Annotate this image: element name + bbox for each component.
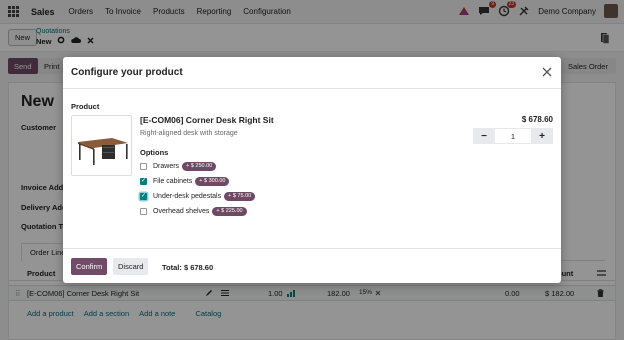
decrease-quantity-button[interactable]: −: [473, 128, 495, 144]
quantity-stepper: − 1 +: [473, 128, 553, 144]
option-under-desk-pedestals[interactable]: Under-desk pedestals + $ 75.00: [140, 191, 256, 201]
dialog-header: Configure your product: [63, 57, 561, 89]
option-drawers[interactable]: Drawers + $ 250.00: [140, 161, 217, 171]
configure-product-dialog: Configure your product Product [E-COM06]…: [63, 57, 561, 283]
option-checkbox[interactable]: [140, 177, 147, 185]
option-price-badge: + $ 300.00: [195, 176, 230, 186]
confirm-button[interactable]: Confirm: [71, 258, 108, 275]
option-price-badge: + $ 75.00: [224, 191, 256, 201]
option-label: Overhead shelves: [153, 207, 210, 215]
option-label: Drawers: [153, 162, 180, 170]
dialog-title: Configure your product: [71, 67, 183, 78]
product-section-label: Product: [71, 102, 100, 111]
option-label: Under-desk pedestals: [153, 192, 222, 200]
option-file-cabinets[interactable]: File cabinets + $ 300.00: [140, 176, 230, 186]
option-checkbox[interactable]: [140, 207, 147, 215]
option-price-badge: + $ 225.00: [212, 206, 247, 216]
options-label: Options: [140, 148, 169, 157]
product-image: [71, 115, 132, 176]
option-checkbox[interactable]: [140, 192, 147, 200]
discard-button[interactable]: Discard: [113, 258, 149, 275]
product-description: Right-aligned desk with storage: [140, 130, 238, 137]
product-price: $ 678.60: [521, 115, 553, 124]
close-icon[interactable]: [541, 66, 553, 78]
option-overhead-shelves[interactable]: Overhead shelves + $ 225.00: [140, 206, 247, 216]
total-amount: Total: $ 678.60: [162, 263, 214, 272]
quantity-input[interactable]: 1: [495, 128, 531, 144]
product-name: [E-COM06] Corner Desk Right Sit: [140, 115, 274, 125]
option-price-badge: + $ 250.00: [182, 161, 217, 171]
dialog-footer: Confirm Discard Total: $ 678.60: [63, 248, 561, 283]
option-checkbox[interactable]: [140, 162, 147, 170]
increase-quantity-button[interactable]: +: [531, 128, 553, 144]
option-label: File cabinets: [153, 177, 193, 185]
